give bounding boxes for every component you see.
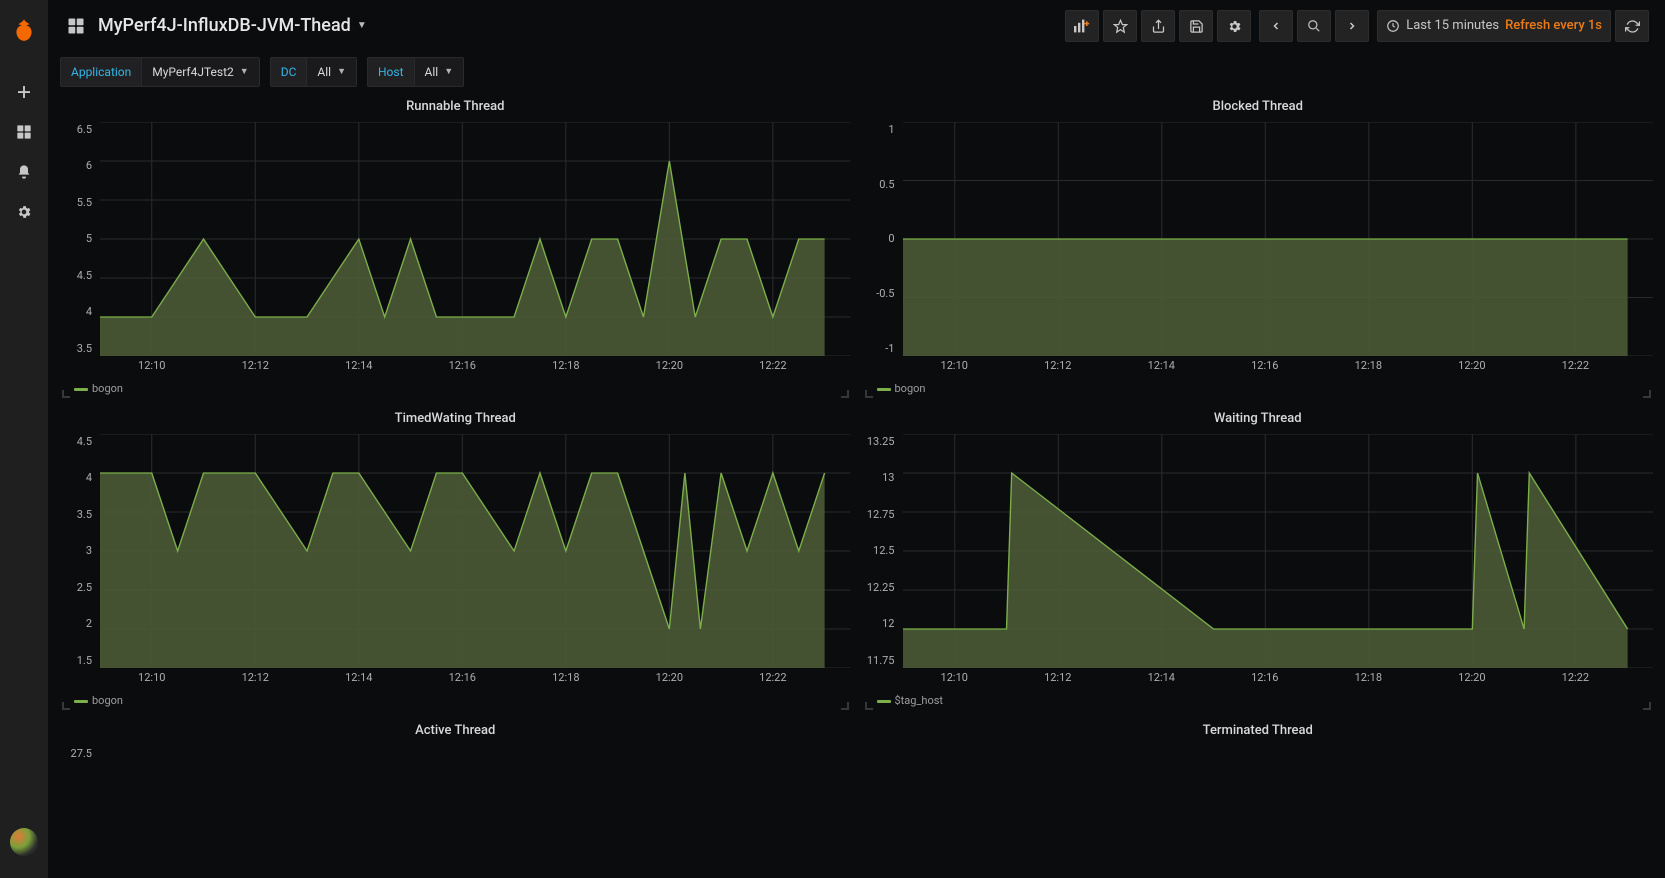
dashboard-title[interactable]: MyPerf4J-InfluxDB-JVM-Thead ▼	[98, 13, 367, 38]
panel-runnable-thread: Runnable Thread6.565.554.543.5 12:1012:1…	[60, 92, 851, 400]
legend-label: bogon	[92, 381, 123, 396]
variable-value: All	[317, 64, 331, 81]
grafana-logo[interactable]	[10, 16, 38, 44]
chart-legend: $tag_host	[877, 690, 1654, 712]
panel-title: Runnable Thread	[60, 92, 851, 122]
panel-terminated-thread: Terminated Thread	[863, 716, 1654, 752]
resize-handle[interactable]	[1643, 702, 1651, 710]
legend-swatch	[877, 700, 891, 703]
dashboard-list-icon[interactable]	[60, 10, 92, 42]
user-avatar[interactable]	[10, 828, 38, 856]
variable-label: DC	[271, 58, 307, 86]
template-variables: Application MyPerf4JTest2 ▼ DC All ▼ Host …	[48, 52, 1665, 92]
resize-handle[interactable]	[62, 390, 70, 398]
chevron-down-icon: ▼	[337, 66, 346, 79]
time-forward-button[interactable]	[1335, 10, 1369, 42]
save-button[interactable]	[1179, 10, 1213, 42]
chart-legend: bogon	[74, 378, 851, 400]
panel-waiting-thread: Waiting Thread13.251312.7512.512.251211.…	[863, 404, 1654, 712]
panel-title: Terminated Thread	[863, 716, 1654, 746]
dashboards-icon[interactable]	[0, 112, 48, 152]
chevron-down-icon: ▼	[444, 66, 453, 79]
legend-swatch	[74, 388, 88, 391]
legend-swatch	[877, 388, 891, 391]
legend-label: bogon	[895, 381, 926, 396]
create-icon[interactable]	[0, 72, 48, 112]
chevron-down-icon: ▼	[357, 19, 367, 33]
legend-label: $tag_host	[895, 693, 944, 708]
panel-active-thread: Active Thread 27.5	[60, 716, 851, 752]
variable-dc[interactable]: DC All ▼	[270, 57, 357, 87]
time-range-label: Last 15 minutes	[1406, 17, 1499, 35]
nav-sidebar	[0, 0, 48, 878]
panel-title: TimedWating Thread	[60, 404, 851, 434]
chart-legend: bogon	[74, 690, 851, 712]
resize-handle[interactable]	[841, 702, 849, 710]
refresh-button[interactable]	[1615, 10, 1649, 42]
dashboard-header: MyPerf4J-InfluxDB-JVM-Thead ▼	[48, 0, 1665, 52]
zoom-out-button[interactable]	[1297, 10, 1331, 42]
share-button[interactable]	[1141, 10, 1175, 42]
resize-handle[interactable]	[865, 390, 873, 398]
dashboard-title-text: MyPerf4J-InfluxDB-JVM-Thead	[98, 13, 351, 38]
panel-title: Waiting Thread	[863, 404, 1654, 434]
alerting-icon[interactable]	[0, 152, 48, 192]
configuration-icon[interactable]	[0, 192, 48, 232]
panel-title: Blocked Thread	[863, 92, 1654, 122]
time-back-button[interactable]	[1259, 10, 1293, 42]
refresh-interval-label: Refresh every 1s	[1505, 17, 1602, 35]
resize-handle[interactable]	[865, 702, 873, 710]
settings-button[interactable]	[1217, 10, 1251, 42]
add-panel-button[interactable]	[1065, 10, 1099, 42]
chart-legend: bogon	[877, 378, 1654, 400]
resize-handle[interactable]	[62, 702, 70, 710]
variable-application[interactable]: Application MyPerf4JTest2 ▼	[60, 57, 260, 87]
panel-blocked-thread: Blocked Thread10.50-0.5-1 12:1012:1212:1…	[863, 92, 1654, 400]
legend-label: bogon	[92, 693, 123, 708]
time-range-picker[interactable]: Last 15 minutes Refresh every 1s	[1377, 10, 1611, 42]
variable-label: Host	[368, 58, 414, 86]
variable-value: All	[425, 64, 439, 81]
resize-handle[interactable]	[841, 390, 849, 398]
variable-host[interactable]: Host All ▼	[367, 57, 464, 87]
resize-handle[interactable]	[1643, 390, 1651, 398]
chevron-down-icon: ▼	[240, 66, 249, 79]
variable-value: MyPerf4JTest2	[152, 64, 234, 81]
panel-timedwaiting-thread: TimedWating Thread4.543.532.521.5 12:101…	[60, 404, 851, 712]
variable-label: Application	[61, 58, 141, 86]
star-button[interactable]	[1103, 10, 1137, 42]
legend-swatch	[74, 700, 88, 703]
panel-title: Active Thread	[60, 716, 851, 746]
